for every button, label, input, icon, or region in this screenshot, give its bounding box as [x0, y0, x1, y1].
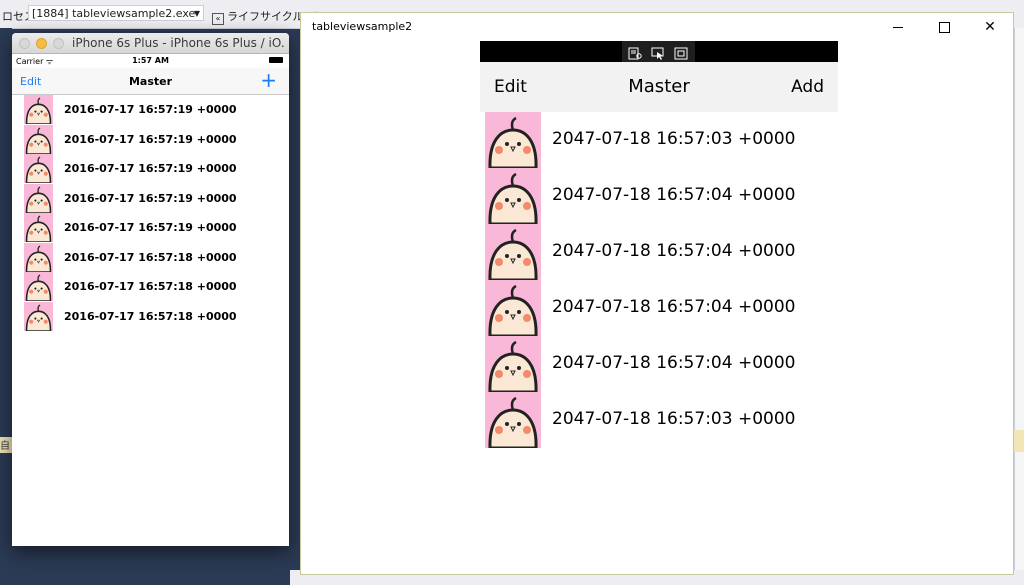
app-command-bar: Edit Master Add [480, 62, 838, 112]
select-element-icon[interactable] [651, 47, 665, 60]
simulator-title: iPhone 6s Plus - iPhone 6s Plus / iO... [72, 36, 285, 50]
chick-avatar-icon [24, 213, 53, 243]
list-item-label: 2047-07-18 16:57:04 +0000 [552, 241, 796, 261]
list-item-label: 2047-07-18 16:57:04 +0000 [552, 297, 796, 317]
process-value: [1884] tableviewsample2.exe [32, 7, 196, 20]
list-item[interactable]: 2047-07-18 16:57:04 +0000 [480, 280, 838, 338]
list-item[interactable]: 2047-07-18 16:57:03 +0000 [480, 392, 838, 450]
ios-simulator-window: iPhone 6s Plus - iPhone 6s Plus / iO... … [12, 33, 289, 546]
status-time: 1:57 AM [132, 56, 169, 65]
ios-navigation-bar: Edit Master + [12, 68, 289, 95]
chick-avatar-icon [485, 280, 541, 338]
close-button[interactable]: ✕ [967, 13, 1013, 41]
chick-avatar-icon [485, 168, 541, 226]
minimize-icon [893, 26, 903, 28]
chick-avatar-icon [24, 124, 53, 155]
app-page: Edit Master Add 2047-07-18 16:57:03 +000… [480, 41, 838, 450]
list-item[interactable]: 2016-07-17 16:57:18 +0000 [12, 242, 289, 273]
vs-left-panel [0, 28, 12, 585]
minimize-button[interactable] [875, 13, 921, 41]
vs-right-panel [1014, 28, 1024, 585]
list-item[interactable]: 2047-07-18 16:57:04 +0000 [480, 336, 838, 394]
simulator-titlebar: iPhone 6s Plus - iPhone 6s Plus / iO... [12, 33, 289, 54]
vs-status-tab: 自 [0, 437, 12, 453]
list-item[interactable]: 2016-07-17 16:57:18 +0000 [12, 301, 289, 332]
live-visual-tree-icon[interactable] [628, 47, 642, 60]
chick-avatar-icon [485, 392, 541, 450]
ios-status-bar: Carrier ᯤ 1:57 AM [12, 54, 289, 68]
maximize-button[interactable] [921, 13, 967, 41]
close-icon: ✕ [984, 19, 996, 35]
list-item[interactable]: 2016-07-17 16:57:18 +0000 [12, 272, 289, 302]
list-item[interactable]: 2047-07-18 16:57:03 +0000 [480, 112, 838, 170]
ios-table-view: 2016-07-17 16:57:19 +0000 2016-07-17 16:5… [12, 95, 289, 332]
list-item-label: 2016-07-17 16:57:19 +0000 [64, 103, 237, 116]
chick-avatar-icon [24, 301, 53, 332]
list-item[interactable]: 2016-07-17 16:57:19 +0000 [12, 154, 289, 184]
chick-avatar-icon [485, 112, 541, 170]
list-item-label: 2016-07-17 16:57:18 +0000 [64, 250, 237, 264]
list-item-label: 2016-07-17 16:57:19 +0000 [64, 191, 237, 205]
list-item-label: 2016-07-17 16:57:19 +0000 [64, 132, 237, 146]
list-item[interactable]: 2047-07-18 16:57:04 +0000 [480, 224, 838, 282]
list-item-label: 2016-07-17 16:57:19 +0000 [64, 221, 237, 234]
list-item[interactable]: 2047-07-18 16:57:04 +0000 [480, 168, 838, 226]
add-button[interactable]: Add [791, 77, 824, 97]
chevron-down-icon: ▼ [193, 9, 200, 18]
list-item-label: 2047-07-18 16:57:04 +0000 [552, 353, 796, 373]
list-item-label: 2047-07-18 16:57:03 +0000 [552, 129, 796, 149]
page-title: Master [128, 75, 173, 88]
list-item-label: 2016-07-17 16:57:19 +0000 [64, 162, 237, 175]
chick-avatar-icon [24, 242, 53, 273]
list-item-label: 2047-07-18 16:57:03 +0000 [552, 409, 796, 429]
vs-status-label: 自 [0, 441, 10, 452]
layout-adorner-icon[interactable] [674, 47, 688, 60]
chick-avatar-icon [24, 154, 53, 184]
chick-avatar-icon [485, 336, 541, 394]
lifecycle-icon: « [212, 13, 224, 25]
chick-avatar-icon [24, 272, 53, 302]
maximize-icon [938, 21, 950, 33]
zoom-button[interactable] [53, 38, 64, 49]
list-item-label: 2016-07-17 16:57:18 +0000 [64, 280, 237, 293]
close-button[interactable] [19, 38, 30, 49]
uwp-app-window: tableviewsample2 ✕ Edit Master Add 2047-… [300, 12, 1014, 575]
list-item-label: 2016-07-17 16:57:18 +0000 [64, 309, 237, 323]
battery-icon [269, 57, 283, 63]
list-item-label: 2047-07-18 16:57:04 +0000 [552, 185, 796, 205]
chick-avatar-icon [24, 95, 53, 125]
list-item[interactable]: 2016-07-17 16:57:19 +0000 [12, 183, 289, 214]
list-item[interactable]: 2016-07-17 16:57:19 +0000 [12, 95, 289, 125]
chick-avatar-icon [24, 183, 53, 214]
uwp-titlebar: tableviewsample2 ✕ [301, 13, 1013, 41]
list-item[interactable]: 2016-07-17 16:57:19 +0000 [12, 124, 289, 155]
vs-right-highlight [1014, 430, 1024, 452]
uwp-window-title: tableviewsample2 [312, 20, 413, 33]
minimize-button[interactable] [36, 38, 47, 49]
page-title: Master [628, 76, 690, 97]
list-item[interactable]: 2016-07-17 16:57:19 +0000 [12, 213, 289, 243]
app-top-bar [480, 41, 838, 75]
uwp-list-view: 2047-07-18 16:57:03 +0000 2047-07-18 16:5… [480, 112, 838, 450]
process-combo[interactable]: [1884] tableviewsample2.exe ▼ [28, 5, 204, 21]
add-icon[interactable]: + [260, 69, 277, 91]
chick-avatar-icon [485, 224, 541, 282]
